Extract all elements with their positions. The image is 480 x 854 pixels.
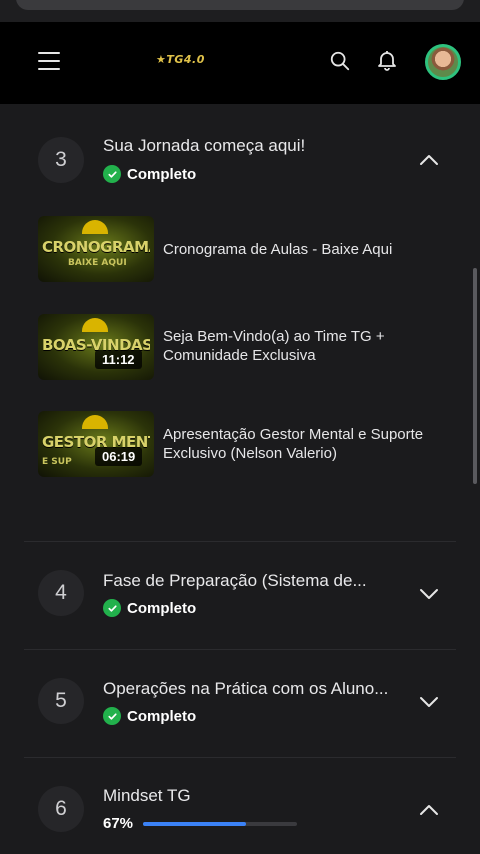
check-icon [103, 707, 121, 725]
duration-badge: 11:12 [95, 350, 142, 369]
status-badge: Completo [103, 165, 196, 183]
status-badge: Completo [103, 599, 196, 617]
bell-icon[interactable] [375, 48, 399, 72]
status-label: Completo [127, 599, 197, 617]
module-title[interactable]: Mindset TG [103, 786, 415, 806]
module-6[interactable]: 6 Mindset TG 67% [24, 757, 456, 854]
course-content: 3 Sua Jornada começa aqui! Completo CRON… [24, 104, 456, 854]
lesson-item[interactable]: CRONOGRAMA BAIXE AQUI Cronograma de Aula… [38, 216, 442, 282]
app-header: ★TG4.0 [0, 22, 480, 104]
chevron-down-icon[interactable] [417, 690, 441, 714]
lesson-title[interactable]: Seja Bem-Vindo(a) ao Time TG + Comunidad… [163, 327, 433, 365]
lesson-item[interactable]: BOAS-VINDAS! 11:12 Seja Bem-Vindo(a) ao … [38, 314, 442, 380]
module-3: 3 Sua Jornada começa aqui! Completo CRON… [24, 104, 456, 540]
module-title[interactable]: Sua Jornada começa aqui! [103, 136, 415, 156]
brand-logo[interactable]: ★TG4.0 [156, 53, 205, 66]
module-number: 4 [38, 570, 84, 616]
status-label: Completo [127, 707, 197, 725]
address-bar[interactable] [16, 0, 464, 10]
avatar[interactable] [425, 44, 461, 80]
module-number: 3 [38, 137, 84, 183]
thumbnail-subtitle: BAIXE AQUI [68, 258, 127, 268]
duration-badge: 06:19 [95, 447, 143, 466]
module-number: 5 [38, 678, 84, 724]
chevron-up-icon[interactable] [417, 148, 441, 172]
module-5[interactable]: 5 Operações na Prática com os Aluno... C… [24, 649, 456, 756]
check-icon [103, 599, 121, 617]
thumbnail-subtitle: E SUP [42, 457, 72, 467]
chevron-up-icon[interactable] [417, 798, 441, 822]
check-icon [103, 165, 121, 183]
status-label: Completo [127, 165, 197, 183]
thumbnail-title: CRONOGRAMA [42, 238, 150, 256]
progress-percent: 67% [103, 815, 134, 832]
scrollbar[interactable] [473, 268, 477, 484]
lesson-item[interactable]: GESTOR MENTAL E SUP 06:19 Apresentação G… [38, 411, 442, 477]
progress-bar [143, 821, 298, 826]
lesson-thumbnail[interactable]: GESTOR MENTAL E SUP 06:19 [38, 411, 154, 477]
lesson-title[interactable]: Cronograma de Aulas - Baixe Aqui [163, 240, 433, 259]
status-badge: Completo [103, 707, 196, 725]
lesson-thumbnail[interactable]: BOAS-VINDAS! 11:12 [38, 314, 154, 380]
lesson-title[interactable]: Apresentação Gestor Mental e Suporte Exc… [163, 425, 433, 463]
module-title[interactable]: Operações na Prática com os Aluno... [103, 679, 415, 699]
lesson-thumbnail[interactable]: CRONOGRAMA BAIXE AQUI [38, 216, 154, 282]
module-progress: 67% [103, 815, 298, 832]
hamburger-menu-icon[interactable] [38, 52, 60, 70]
browser-top-strip [0, 0, 480, 22]
module-title[interactable]: Fase de Preparação (Sistema de... [103, 571, 415, 591]
module-4[interactable]: 4 Fase de Preparação (Sistema de... Comp… [24, 541, 456, 648]
progress-bar-fill [143, 821, 247, 826]
module-number: 6 [38, 786, 84, 832]
search-icon[interactable] [329, 50, 351, 72]
chevron-down-icon[interactable] [417, 582, 441, 606]
